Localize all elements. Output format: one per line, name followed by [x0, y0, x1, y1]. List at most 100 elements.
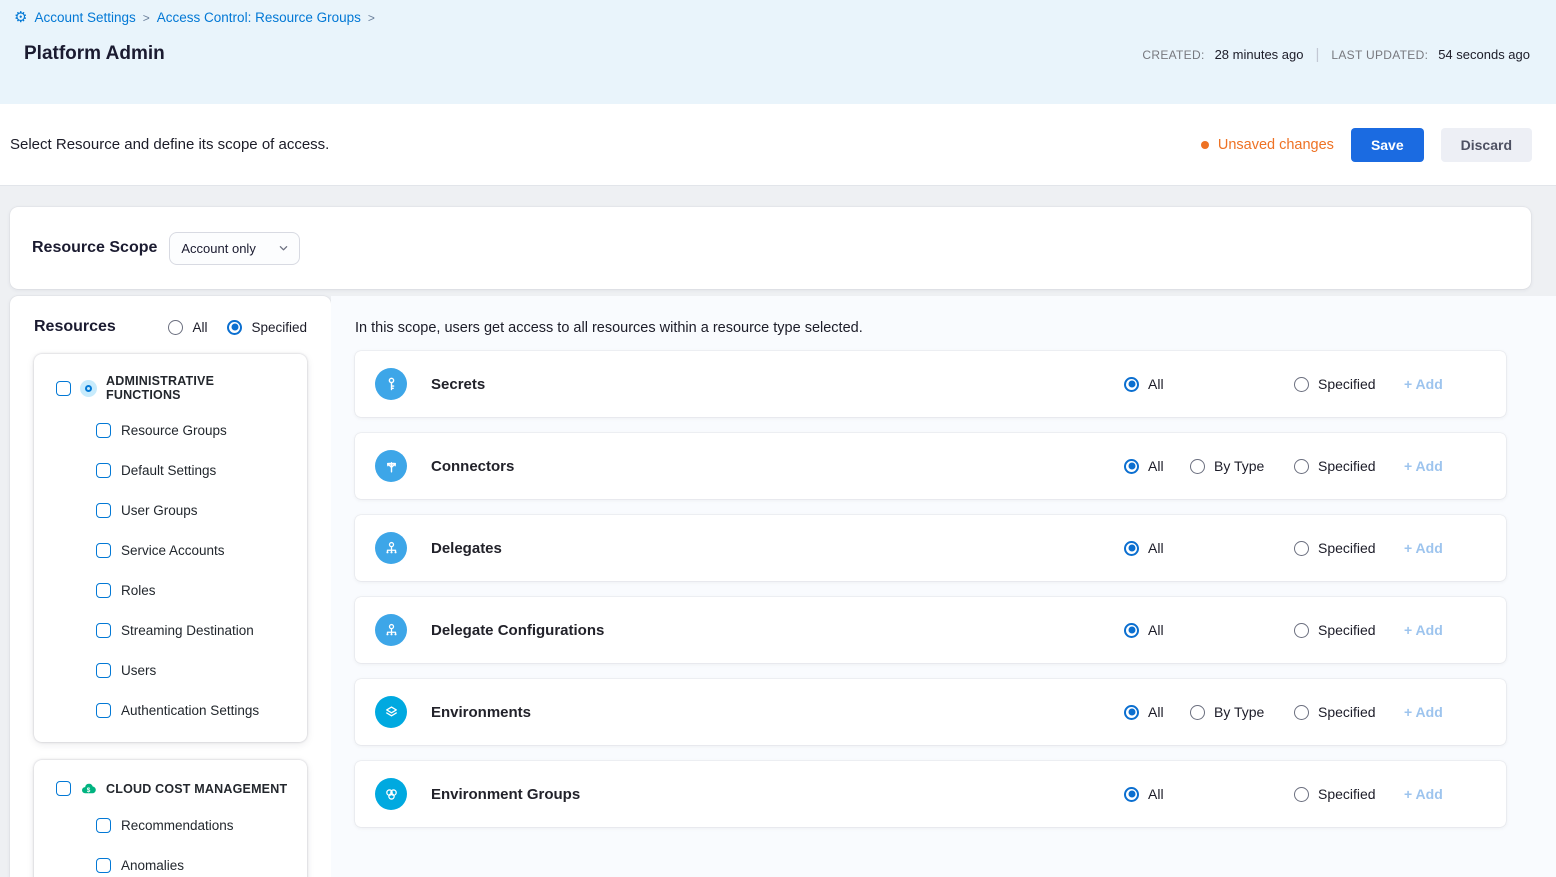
radio-by-type[interactable]: By Type [1190, 704, 1294, 720]
gear-icon [80, 380, 97, 397]
resource-row-environment-groups: Environment Groups All Specified + Add [355, 761, 1506, 827]
radio-specified[interactable]: Specified [1294, 622, 1404, 638]
resource-row-connectors: Connectors All By Type Specified + Add [355, 433, 1506, 499]
sidebar-item-resource-groups[interactable]: Resource Groups [34, 410, 307, 450]
checkbox[interactable] [96, 703, 111, 718]
radio-icon [1124, 459, 1139, 474]
resource-name: Secrets [431, 376, 485, 393]
radio-specified[interactable]: Specified [1294, 458, 1404, 474]
radio-specified[interactable]: Specified [1294, 704, 1404, 720]
radio-icon [1124, 623, 1139, 638]
key-icon [375, 368, 407, 400]
radio-resources-all[interactable]: All [168, 320, 207, 335]
group-administrative-functions: ADMINISTRATIVE FUNCTIONS Resource Groups… [34, 354, 307, 742]
radio-all[interactable]: All [1124, 786, 1190, 802]
environment-icon [375, 696, 407, 728]
add-button[interactable]: + Add [1404, 376, 1466, 392]
radio-specified[interactable]: Specified [1294, 376, 1404, 392]
checkbox[interactable] [96, 423, 111, 438]
add-button[interactable]: + Add [1404, 786, 1466, 802]
checkbox[interactable] [96, 583, 111, 598]
breadcrumb-resource-groups[interactable]: Access Control: Resource Groups [157, 10, 361, 25]
radio-icon [1190, 705, 1205, 720]
checkbox[interactable] [96, 463, 111, 478]
radio-all[interactable]: All [1124, 622, 1190, 638]
action-toolbar: Select Resource and define its scope of … [0, 104, 1556, 186]
radio-specified[interactable]: Specified [1294, 786, 1404, 802]
group-cloud-cost-management: $ CLOUD COST MANAGEMENT Recommendations … [34, 760, 307, 877]
radio-icon [1190, 459, 1205, 474]
radio-icon [1124, 541, 1139, 556]
sidebar-item-service-accounts[interactable]: Service Accounts [34, 530, 307, 570]
resources-sidebar: Resources All Specified ADMINISTRATIVE F… [10, 296, 331, 877]
sidebar-item-roles[interactable]: Roles [34, 570, 307, 610]
radio-specified[interactable]: Specified [1294, 540, 1404, 556]
gear-icon: ⚙ [14, 10, 27, 25]
radio-icon [1294, 541, 1309, 556]
radio-all[interactable]: All [1124, 704, 1190, 720]
radio-icon [1294, 787, 1309, 802]
add-button[interactable]: + Add [1404, 704, 1466, 720]
checkbox[interactable] [96, 543, 111, 558]
checkbox[interactable] [96, 818, 111, 833]
checkbox[interactable] [96, 663, 111, 678]
unsaved-dot-icon [1201, 141, 1209, 149]
sidebar-item-authentication-settings[interactable]: Authentication Settings [34, 690, 307, 730]
chevron-right-icon: > [368, 11, 375, 25]
sidebar-item-users[interactable]: Users [34, 650, 307, 690]
sidebar-item-streaming-destination[interactable]: Streaming Destination [34, 610, 307, 650]
discard-button[interactable]: Discard [1441, 128, 1532, 162]
svg-text:$: $ [87, 786, 91, 793]
page-title: Platform Admin [24, 43, 165, 65]
resource-name: Connectors [431, 458, 514, 475]
connector-icon [375, 450, 407, 482]
sidebar-item-default-settings[interactable]: Default Settings [34, 450, 307, 490]
resource-scope-label: Resource Scope [32, 239, 157, 257]
checkbox[interactable] [96, 503, 111, 518]
unsaved-changes-indicator: Unsaved changes [1201, 137, 1334, 153]
resource-scope-select[interactable]: Account only [169, 232, 300, 265]
delegate-icon [375, 532, 407, 564]
unsaved-changes-label: Unsaved changes [1218, 137, 1334, 153]
radio-all[interactable]: All [1124, 458, 1190, 474]
sidebar-item-anomalies[interactable]: Anomalies [34, 845, 307, 877]
sidebar-item-user-groups[interactable]: User Groups [34, 490, 307, 530]
radio-by-type[interactable]: By Type [1190, 458, 1294, 474]
radio-icon [1294, 705, 1309, 720]
created-value: 28 minutes ago [1215, 47, 1304, 62]
radio-all[interactable]: All [1124, 376, 1190, 392]
add-button[interactable]: + Add [1404, 622, 1466, 638]
resource-row-environments: Environments All By Type Specified + Add [355, 679, 1506, 745]
meta-divider: | [1313, 46, 1321, 63]
resource-row-secrets: Secrets All Specified + Add [355, 351, 1506, 417]
resource-name: Delegate Configurations [431, 622, 604, 639]
checkbox[interactable] [96, 858, 111, 873]
checkbox-administrative-functions[interactable] [56, 381, 71, 396]
add-button[interactable]: + Add [1404, 540, 1466, 556]
checkbox[interactable] [96, 623, 111, 638]
resources-title: Resources [34, 318, 116, 336]
environment-group-icon [375, 778, 407, 810]
radio-resources-specified[interactable]: Specified [227, 320, 307, 335]
radio-all[interactable]: All [1124, 540, 1190, 556]
chevron-down-icon [279, 244, 288, 253]
sidebar-item-recommendations[interactable]: Recommendations [34, 805, 307, 845]
breadcrumb-account-settings[interactable]: Account Settings [34, 10, 135, 25]
chevron-right-icon: > [143, 11, 150, 25]
delegate-config-icon [375, 614, 407, 646]
meta-info: CREATED: 28 minutes ago | LAST UPDATED: … [1142, 46, 1530, 65]
resource-row-delegates: Delegates All Specified + Add [355, 515, 1506, 581]
resource-scope-value: Account only [181, 241, 255, 256]
last-updated-value: 54 seconds ago [1438, 47, 1530, 62]
add-button[interactable]: + Add [1404, 458, 1466, 474]
radio-icon [1294, 377, 1309, 392]
save-button[interactable]: Save [1351, 128, 1424, 162]
created-label: CREATED: [1142, 48, 1204, 62]
resource-name: Environments [431, 704, 531, 721]
checkbox-cloud-cost-management[interactable] [56, 781, 71, 796]
radio-icon [1294, 623, 1309, 638]
last-updated-label: LAST UPDATED: [1331, 48, 1428, 62]
resource-name: Delegates [431, 540, 502, 557]
resource-name: Environment Groups [431, 786, 580, 803]
resource-scope-card: Resource Scope Account only [10, 207, 1531, 289]
